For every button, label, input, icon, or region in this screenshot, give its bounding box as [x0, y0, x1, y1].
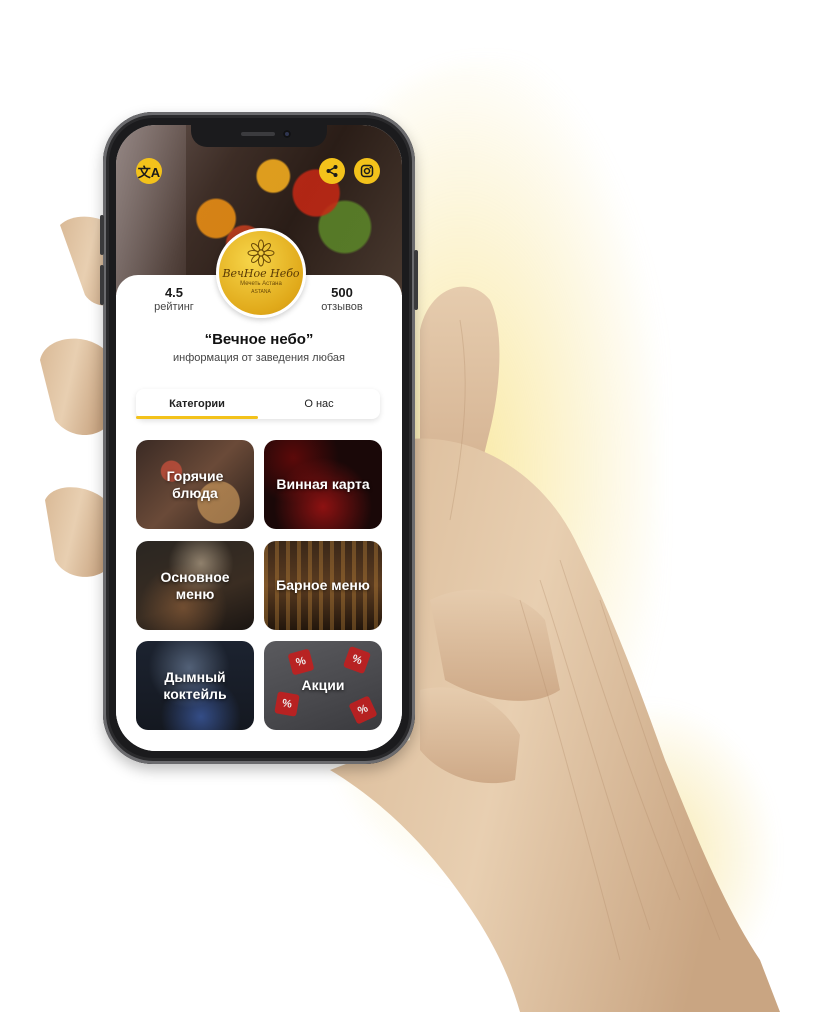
speaker-grille	[241, 132, 275, 136]
rating-stat: 4.5 рейтинг	[139, 285, 209, 313]
reviews-stat[interactable]: 500 отзывов	[307, 285, 377, 313]
percent-icon: %	[348, 695, 378, 725]
share-icon	[326, 165, 338, 177]
category-label: Дымный коктейль	[163, 668, 227, 702]
category-bar-menu[interactable]: Барное меню	[264, 541, 382, 630]
lotus-icon	[247, 239, 275, 267]
logo-subtitle: Мечеть Астана	[240, 281, 282, 287]
phone-side-button	[100, 215, 104, 255]
category-smoky-cocktail[interactable]: Дымный коктейль	[136, 641, 254, 730]
instagram-button[interactable]	[354, 158, 380, 184]
venue-description: информация от заведения любая	[173, 352, 345, 364]
phone-side-button	[100, 265, 104, 305]
tab-about[interactable]: О нас	[258, 389, 380, 419]
percent-icon: %	[274, 691, 300, 717]
tab-bar: Категории О нас	[136, 389, 380, 419]
category-promotions[interactable]: % % % % Акции	[264, 641, 382, 730]
logo-name: ВечНое Небо	[222, 267, 300, 280]
hero-image-overlay	[116, 125, 186, 295]
category-label: Винная карта	[276, 476, 370, 492]
percent-icon: %	[342, 645, 372, 675]
phone-screen: 文A ВечНое Небо Мечеть Астана ASTANA 4.5 …	[116, 125, 402, 751]
venue-title: “Вечное небо”	[204, 331, 314, 348]
active-tab-indicator	[136, 416, 258, 419]
category-main-menu[interactable]: Основное меню	[136, 541, 254, 630]
category-label: Акции	[301, 677, 345, 693]
share-button[interactable]	[319, 158, 345, 184]
translate-button[interactable]: 文A	[136, 158, 162, 184]
category-wine-list[interactable]: Винная карта	[264, 440, 382, 529]
venue-logo: ВечНое Небо Мечеть Астана ASTANA	[216, 228, 306, 318]
category-label: Горячие блюда	[166, 467, 224, 501]
instagram-icon	[360, 164, 374, 178]
category-hot-dishes[interactable]: Горячие блюда	[136, 440, 254, 529]
rating-label: рейтинг	[154, 301, 194, 313]
rating-value: 4.5	[164, 285, 184, 300]
phone-notch	[191, 125, 327, 147]
reviews-label: отзывов	[321, 301, 363, 313]
phone-power-button	[414, 250, 418, 310]
reviews-value: 500	[331, 285, 353, 300]
translate-icon: 文A	[137, 164, 161, 180]
category-label: Основное меню	[160, 568, 230, 602]
logo-city: ASTANA	[251, 289, 271, 295]
percent-icon: %	[287, 648, 315, 676]
tab-categories[interactable]: Категории	[136, 389, 258, 419]
category-label: Барное меню	[276, 577, 370, 593]
front-camera	[283, 130, 291, 138]
